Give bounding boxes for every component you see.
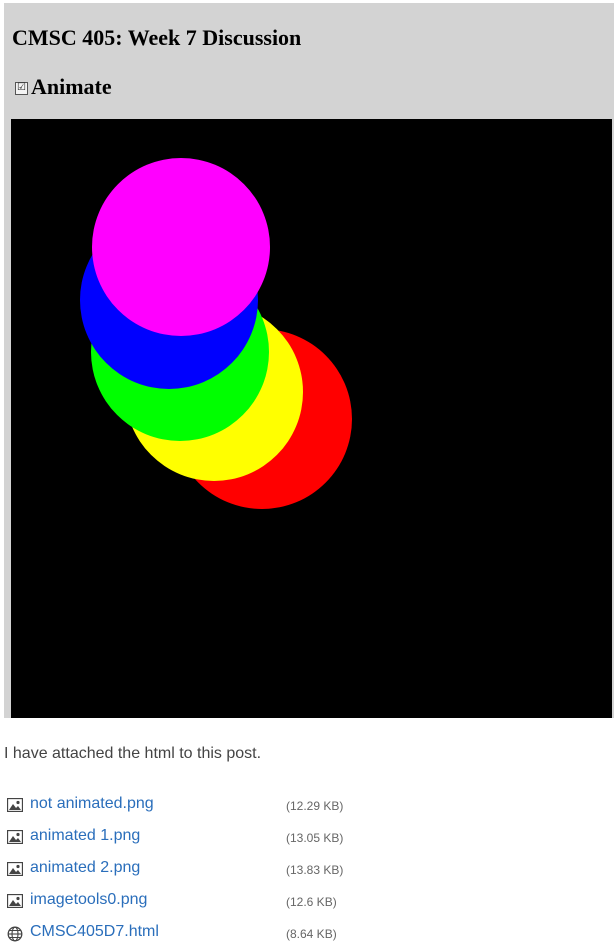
- attachment-row: animated 2.png (13.83 KB): [0, 856, 616, 888]
- post-body-text: I have attached the html to this post.: [4, 745, 262, 762]
- animate-toggle[interactable]: ☑ Animate: [15, 74, 112, 100]
- image-file-icon: [6, 893, 24, 909]
- attachment-size: (8.64 KB): [286, 927, 337, 941]
- attachment-row: not animated.png (12.29 KB): [0, 792, 616, 824]
- animate-checkbox[interactable]: ☑: [15, 81, 28, 95]
- attachment-row: imagetools0.png (12.6 KB): [0, 888, 616, 920]
- attachment-link[interactable]: not animated.png: [30, 795, 154, 813]
- attachment-size: (12.6 KB): [286, 895, 337, 909]
- animation-canvas[interactable]: [11, 119, 612, 718]
- image-file-icon: [6, 861, 24, 877]
- attachment-size: (12.29 KB): [286, 799, 344, 813]
- image-file-icon: [6, 797, 24, 813]
- magenta-circle: [92, 158, 270, 336]
- embedded-demo-frame: CMSC 405: Week 7 Discussion ☑ Animate: [4, 3, 614, 718]
- attachment-size: (13.83 KB): [286, 863, 344, 877]
- page: CMSC 405: Week 7 Discussion ☑ Animate I …: [0, 0, 616, 951]
- attachment-size: (13.05 KB): [286, 831, 344, 845]
- attachment-row: CMSC405D7.html (8.64 KB): [0, 920, 616, 951]
- attachment-link[interactable]: animated 1.png: [30, 827, 140, 845]
- image-file-icon: [6, 829, 24, 845]
- attachment-link[interactable]: animated 2.png: [30, 859, 140, 877]
- attachment-link[interactable]: imagetools0.png: [30, 891, 147, 909]
- globe-icon: [7, 926, 23, 942]
- demo-title: CMSC 405: Week 7 Discussion: [12, 25, 302, 50]
- canvas-drawing: [80, 158, 352, 509]
- animate-label: Animate: [31, 74, 112, 99]
- attachment-row: animated 1.png (13.05 KB): [0, 824, 616, 856]
- attachment-link[interactable]: CMSC405D7.html: [30, 923, 159, 941]
